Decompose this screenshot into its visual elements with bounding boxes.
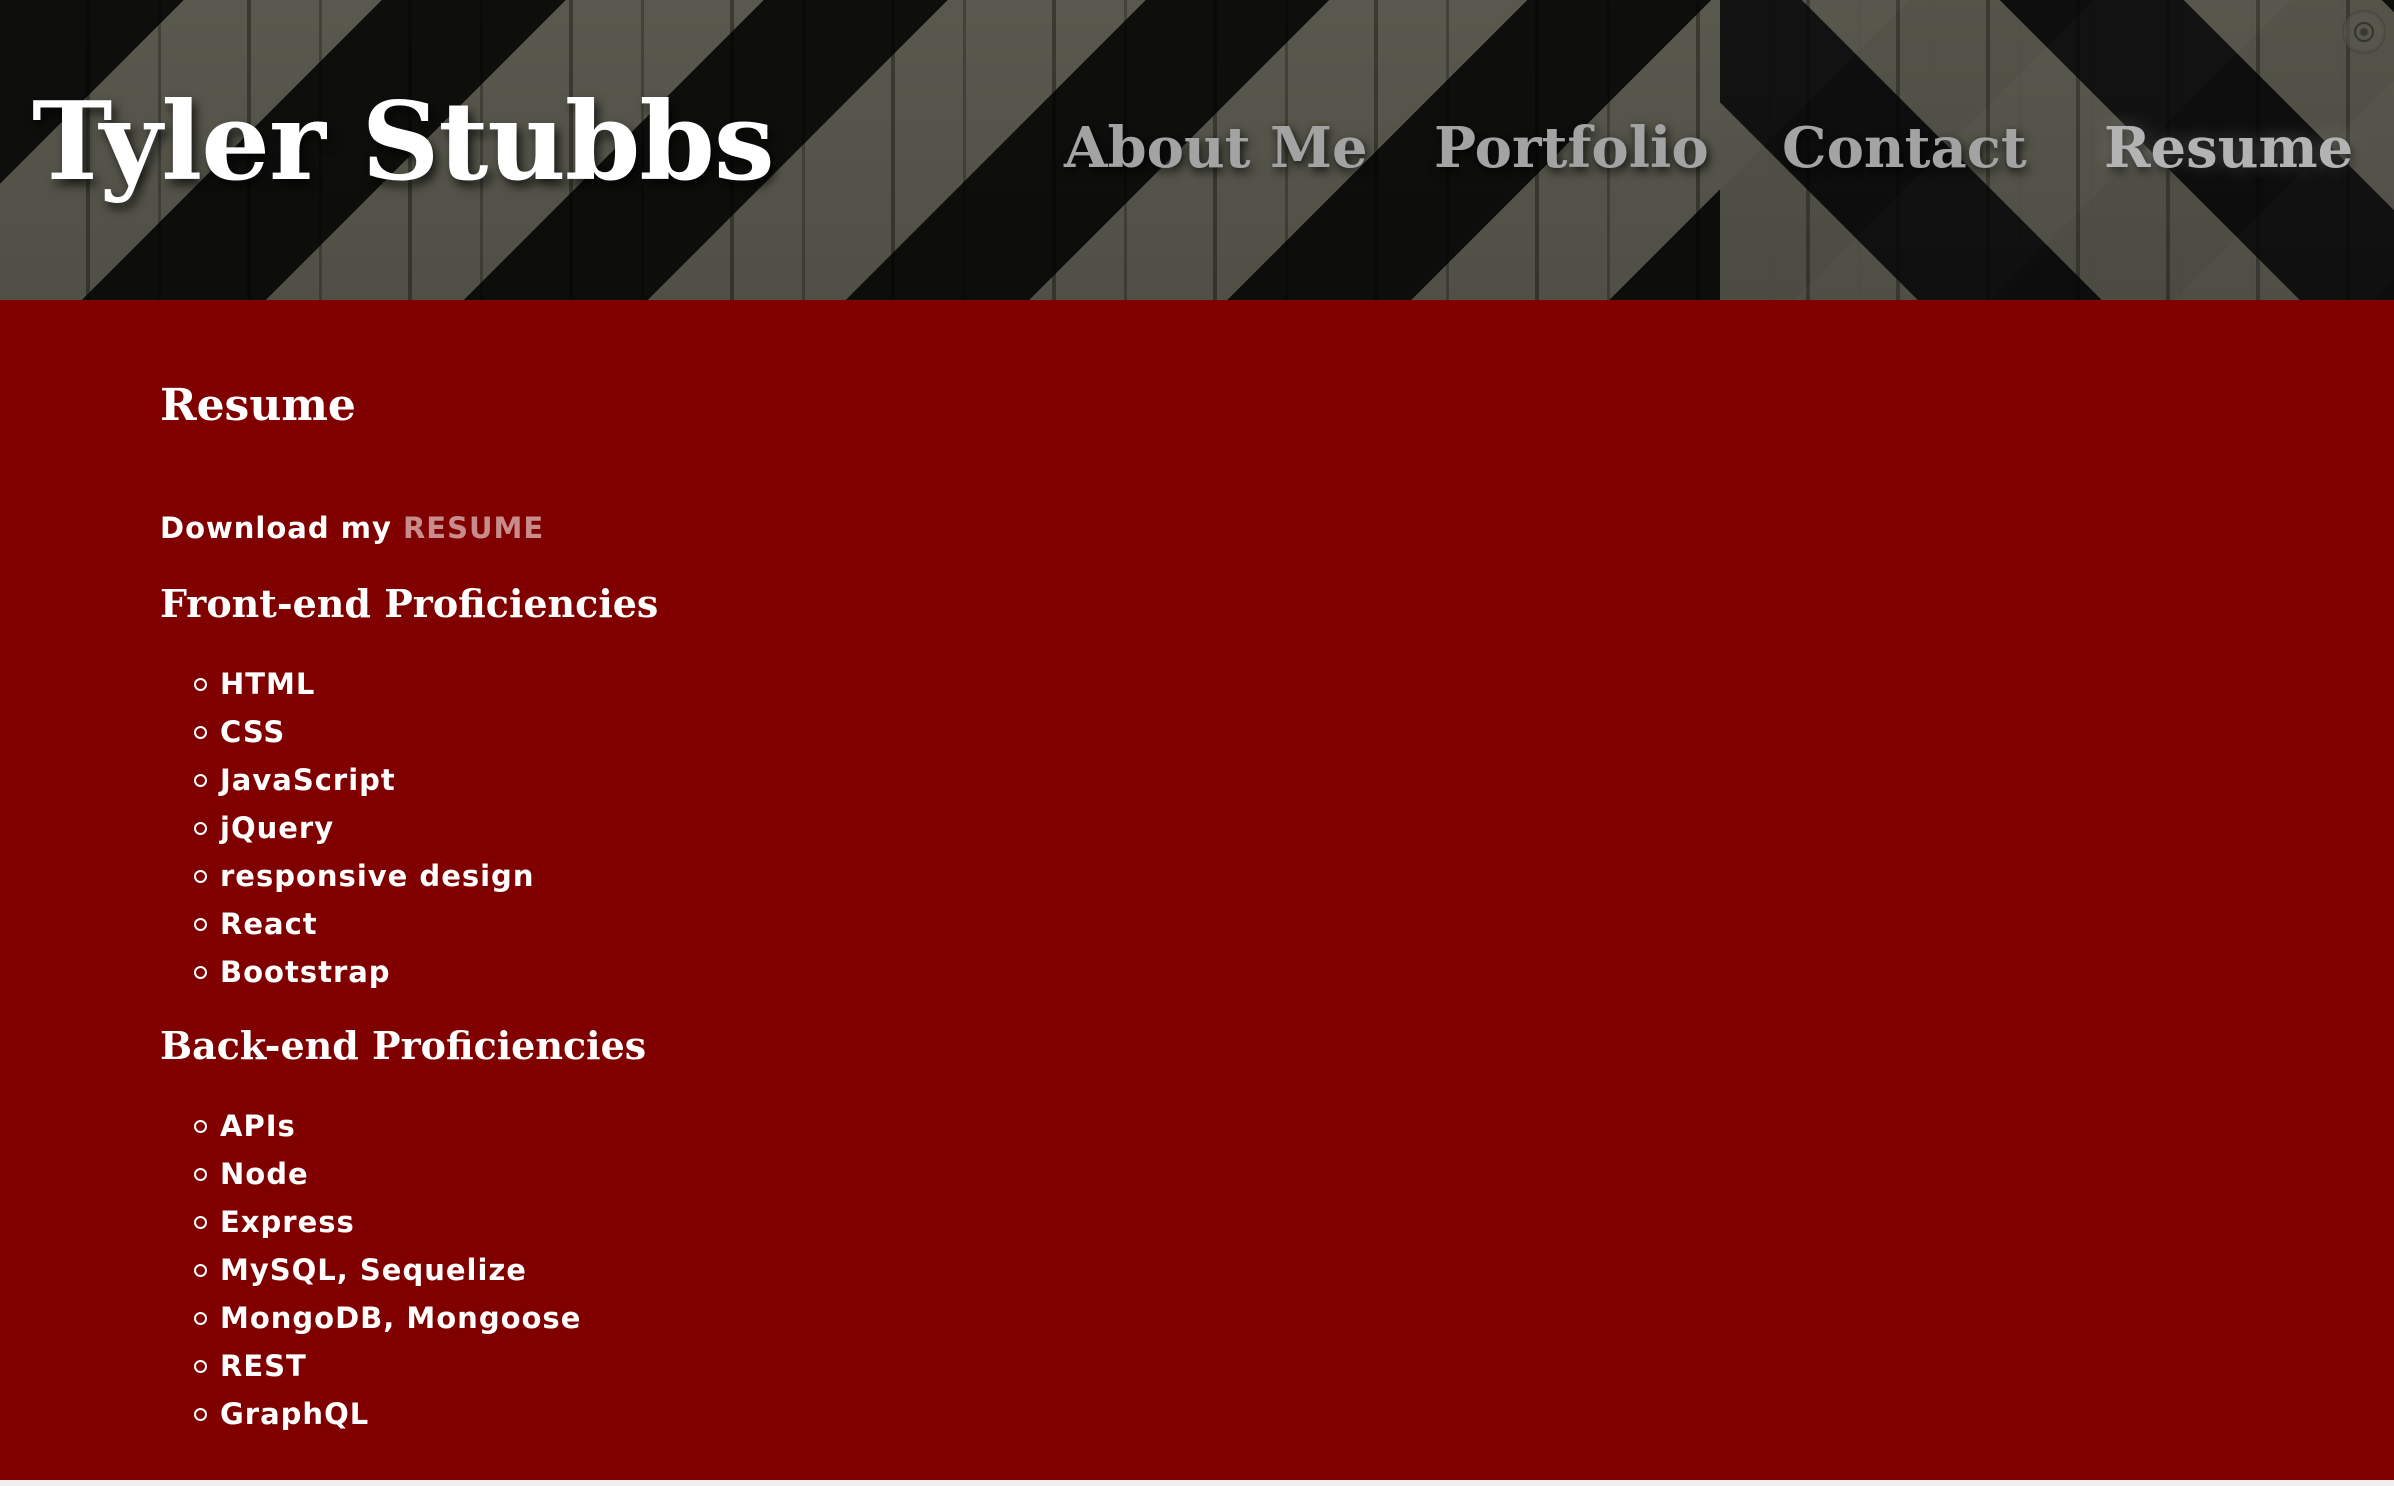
circle-bullet-icon: [194, 726, 207, 739]
circle-bullet-icon: [194, 1360, 207, 1373]
circle-bullet-icon: [194, 870, 207, 883]
page-bottom-edge: [0, 1480, 2394, 1486]
list-item: CSS: [192, 708, 534, 756]
nav-about-me[interactable]: About Me: [1064, 108, 1368, 188]
skill-label: Node: [220, 1157, 309, 1191]
skill-label: jQuery: [220, 811, 335, 845]
list-item: Bootstrap: [192, 948, 534, 996]
circle-bullet-icon: [194, 774, 207, 787]
skill-label: CSS: [220, 715, 286, 749]
back-end-heading: Back-end Proficiencies: [160, 1023, 647, 1068]
list-item: MongoDB, Mongoose: [192, 1294, 581, 1342]
circle-bullet-icon: [194, 1408, 207, 1421]
skill-label: Express: [220, 1205, 355, 1239]
front-end-heading: Front-end Proficiencies: [160, 581, 659, 626]
list-item: REST: [192, 1342, 581, 1390]
list-item: Node: [192, 1150, 581, 1198]
list-item: MySQL, Sequelize: [192, 1246, 581, 1294]
list-item: React: [192, 900, 534, 948]
skill-label: APIs: [220, 1109, 296, 1143]
circle-bullet-icon: [194, 1168, 207, 1181]
page-title: Resume: [160, 380, 356, 431]
camera-icon[interactable]: [2342, 10, 2386, 54]
nav-portfolio[interactable]: Portfolio: [1434, 108, 1709, 188]
circle-bullet-icon: [194, 822, 207, 835]
circle-bullet-icon: [194, 678, 207, 691]
skill-label: MongoDB, Mongoose: [220, 1301, 582, 1335]
circle-bullet-icon: [194, 1264, 207, 1277]
list-item: GraphQL: [192, 1390, 581, 1438]
front-end-list: HTML CSS JavaScript jQuery responsive de…: [192, 660, 534, 996]
download-line: Download my RESUME: [160, 508, 544, 548]
site-header: Tyler Stubbs About Me Portfolio Contact …: [0, 0, 2394, 300]
list-item: Express: [192, 1198, 581, 1246]
site-brand[interactable]: Tyler Stubbs: [32, 72, 775, 212]
resume-download-link[interactable]: RESUME: [403, 511, 544, 545]
skill-label: HTML: [220, 667, 316, 701]
skill-label: REST: [220, 1349, 307, 1383]
resume-section: Resume Download my RESUME Front-end Prof…: [0, 300, 2394, 1480]
circle-bullet-icon: [194, 918, 207, 931]
list-item: APIs: [192, 1102, 581, 1150]
skill-label: MySQL, Sequelize: [220, 1253, 527, 1287]
nav-contact[interactable]: Contact: [1782, 108, 2027, 188]
back-end-list: APIs Node Express MySQL, Sequelize Mongo…: [192, 1102, 581, 1438]
circle-bullet-icon: [194, 1120, 207, 1133]
skill-label: GraphQL: [220, 1397, 370, 1431]
nav-resume[interactable]: Resume: [2104, 108, 2353, 188]
circle-bullet-icon: [194, 966, 207, 979]
list-item: HTML: [192, 660, 534, 708]
skill-label: Bootstrap: [220, 955, 391, 989]
skill-label: React: [220, 907, 318, 941]
circle-bullet-icon: [194, 1312, 207, 1325]
skill-label: responsive design: [220, 859, 535, 893]
skill-label: JavaScript: [220, 763, 396, 797]
download-text: Download my: [160, 511, 403, 545]
list-item: responsive design: [192, 852, 534, 900]
circle-bullet-icon: [194, 1216, 207, 1229]
list-item: jQuery: [192, 804, 534, 852]
list-item: JavaScript: [192, 756, 534, 804]
